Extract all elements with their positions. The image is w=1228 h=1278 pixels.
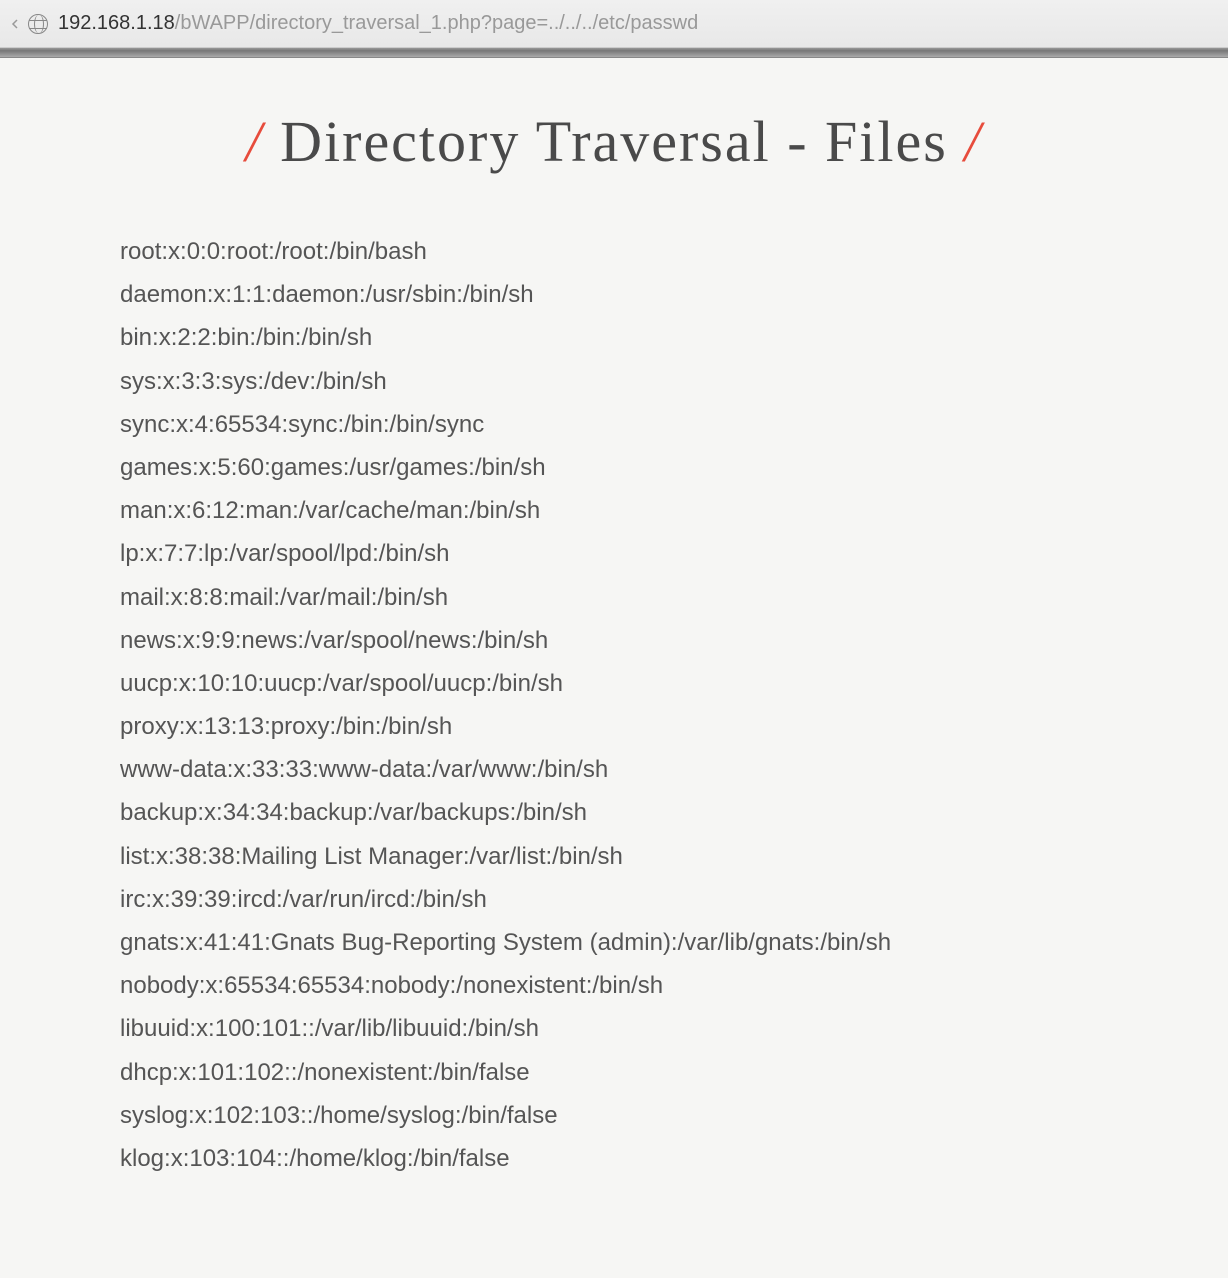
page-title: / Directory Traversal - Files / xyxy=(0,108,1228,175)
passwd-line: syslog:x:102:103::/home/syslog:/bin/fals… xyxy=(120,1094,1228,1137)
passwd-line: list:x:38:38:Mailing List Manager:/var/l… xyxy=(120,835,1228,878)
passwd-line: klog:x:103:104::/home/klog:/bin/false xyxy=(120,1137,1228,1180)
toolbar-shadow xyxy=(0,48,1228,58)
passwd-line: root:x:0:0:root:/root:/bin/bash xyxy=(120,230,1228,273)
url-host: 192.168.1.18 xyxy=(58,12,175,34)
passwd-line: gnats:x:41:41:Gnats Bug-Reporting System… xyxy=(120,921,1228,964)
title-slash-right: / xyxy=(964,109,982,174)
passwd-line: nobody:x:65534:65534:nobody:/nonexistent… xyxy=(120,964,1228,1007)
nav-back-icon[interactable] xyxy=(8,17,22,31)
passwd-line: news:x:9:9:news:/var/spool/news:/bin/sh xyxy=(120,619,1228,662)
passwd-line: dhcp:x:101:102::/nonexistent:/bin/false xyxy=(120,1051,1228,1094)
file-output: root:x:0:0:root:/root:/bin/bashdaemon:x:… xyxy=(0,230,1228,1180)
passwd-line: man:x:6:12:man:/var/cache/man:/bin/sh xyxy=(120,489,1228,532)
passwd-line: www-data:x:33:33:www-data:/var/www:/bin/… xyxy=(120,748,1228,791)
passwd-line: sync:x:4:65534:sync:/bin:/bin/sync xyxy=(120,403,1228,446)
globe-icon xyxy=(28,14,48,34)
passwd-line: proxy:x:13:13:proxy:/bin:/bin/sh xyxy=(120,705,1228,748)
passwd-line: libuuid:x:100:101::/var/lib/libuuid:/bin… xyxy=(120,1007,1228,1050)
passwd-line: games:x:5:60:games:/usr/games:/bin/sh xyxy=(120,446,1228,489)
passwd-line: mail:x:8:8:mail:/var/mail:/bin/sh xyxy=(120,576,1228,619)
passwd-line: uucp:x:10:10:uucp:/var/spool/uucp:/bin/s… xyxy=(120,662,1228,705)
passwd-line: sys:x:3:3:sys:/dev:/bin/sh xyxy=(120,360,1228,403)
passwd-line: lp:x:7:7:lp:/var/spool/lpd:/bin/sh xyxy=(120,532,1228,575)
page-body: / Directory Traversal - Files / root:x:0… xyxy=(0,58,1228,1278)
passwd-line: daemon:x:1:1:daemon:/usr/sbin:/bin/sh xyxy=(120,273,1228,316)
url-bar[interactable]: 192.168.1.18/bWAPP/directory_traversal_1… xyxy=(58,12,1220,35)
title-text: Directory Traversal - Files xyxy=(280,109,948,174)
browser-toolbar: 192.168.1.18/bWAPP/directory_traversal_1… xyxy=(0,0,1228,48)
title-slash-left: / xyxy=(246,109,264,174)
passwd-line: irc:x:39:39:ircd:/var/run/ircd:/bin/sh xyxy=(120,878,1228,921)
url-path: /bWAPP/directory_traversal_1.php?page=..… xyxy=(175,12,698,34)
passwd-line: backup:x:34:34:backup:/var/backups:/bin/… xyxy=(120,791,1228,834)
passwd-line: bin:x:2:2:bin:/bin:/bin/sh xyxy=(120,316,1228,359)
